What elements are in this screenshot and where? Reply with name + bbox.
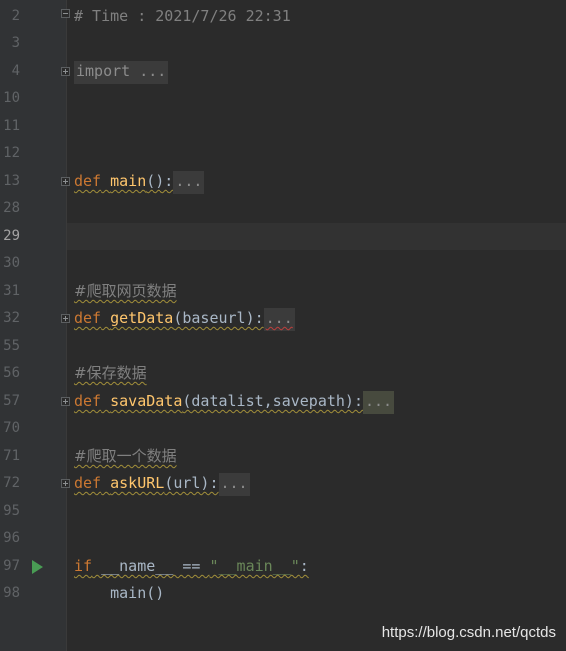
fold-dots[interactable]: ... [173,171,205,194]
fold-dots[interactable]: ... [363,391,395,414]
keyword: import [76,62,131,80]
watermark: https://blog.csdn.net/qctds [381,624,556,641]
code-line[interactable]: 72 def askURL(url):... [0,470,566,497]
import-fold[interactable]: import ... [74,61,169,84]
current-line-highlight [67,223,566,250]
def-savadata: def savaData(datalist,savepath): [74,392,363,410]
code-line[interactable]: 31 #爬取网页数据 [0,278,566,305]
fold-dots[interactable]: ... [218,473,250,496]
function-name: main [110,172,147,190]
line-number: 70 [3,420,20,436]
colon: : [299,557,309,575]
line-number: 32 [3,310,20,326]
line-number: 55 [3,338,20,354]
code-line[interactable]: 11 [0,113,566,140]
line-number: 30 [3,255,20,271]
keyword: if [74,557,93,575]
line-number: 71 [3,448,20,464]
function-args: (baseurl): [173,309,264,327]
string-literal: "__main__" [209,557,300,575]
code-line[interactable]: 96 [0,525,566,552]
code-text: if __name__ == "__main__": [74,553,309,580]
current-line[interactable]: 29 [0,223,566,250]
line-number: 57 [3,393,20,409]
keyword: def [74,392,102,410]
keyword: def [74,474,102,492]
function-name: askURL [110,474,165,492]
code-text: def getData(baseurl):... [74,305,295,332]
comment-text: # Time : 2021/7/26 22:31 [74,7,291,25]
fold-marker-icon[interactable] [61,479,70,488]
line-number: 3 [11,35,20,51]
code-text: main() [74,584,165,602]
function-args: (): [146,172,174,190]
line-number: 56 [3,365,20,381]
line-number: 29 [3,228,20,244]
code-line[interactable]: 97 if __name__ == "__main__": [0,553,566,580]
line-number: 72 [3,475,20,491]
line-number: 95 [3,503,20,519]
line-number: 11 [3,118,20,134]
fold-marker-icon[interactable] [61,67,70,76]
code-line[interactable]: 3 [0,30,566,57]
fold-marker-icon[interactable] [61,314,70,323]
line-number: 13 [3,173,20,189]
comment-text: #爬取一个数据 [74,447,177,465]
def-getdata: def getData(baseurl): [74,309,264,327]
code-line[interactable]: 71 #爬取一个数据 [0,443,566,470]
code-line[interactable]: 12 [0,140,566,167]
function-name: savaData [110,392,183,410]
fold-dots[interactable]: ... [263,308,295,331]
condition: __name__ == [92,557,210,575]
code-line[interactable]: 30 [0,250,566,277]
line-number: 31 [3,283,20,299]
function-args: (datalist,savepath): [182,392,363,410]
function-args: (url): [164,474,219,492]
run-arrow-icon[interactable] [32,560,43,574]
def-askurl: def askURL(url): [74,474,219,492]
line-number: 10 [3,90,20,106]
line-number: 2 [11,8,20,24]
function-name: getData [110,309,174,327]
code-line[interactable]: 70 [0,415,566,442]
code-line[interactable]: 57 def savaData(datalist,savepath):... [0,388,566,415]
keyword: def [74,309,102,327]
code-text: def savaData(datalist,savepath):... [74,388,395,415]
fold-marker-icon[interactable] [61,9,70,18]
comment-text: #保存数据 [74,364,147,382]
code-line[interactable]: 2 # Time : 2021/7/26 22:31 [0,3,566,30]
line-number: 97 [3,558,20,574]
code-line[interactable]: 13 def main():... [0,168,566,195]
line-number: 4 [11,63,20,79]
def-main: def main(): [74,172,173,190]
code-text: import ... [74,58,169,85]
line-number: 98 [3,585,20,601]
line-number: 28 [3,200,20,216]
line-number: 12 [3,145,20,161]
code-line[interactable]: 28 [0,195,566,222]
fold-marker-icon[interactable] [61,177,70,186]
code-text: def askURL(url):... [74,470,250,497]
code-line[interactable]: 10 [0,85,566,112]
code-line[interactable]: 32 def getData(baseurl):... [0,305,566,332]
code-line[interactable]: 95 [0,498,566,525]
line-number: 96 [3,530,20,546]
fold-marker-icon[interactable] [61,397,70,406]
code-line[interactable]: 98 main() [0,580,566,607]
code-line[interactable]: 56 #保存数据 [0,360,566,387]
code-line[interactable]: 55 [0,333,566,360]
fold-dots: ... [130,62,167,80]
code-line[interactable]: 4 import ... [0,58,566,85]
comment-text: #爬取网页数据 [74,282,177,300]
keyword: def [74,172,102,190]
code-text: def main():... [74,168,205,195]
